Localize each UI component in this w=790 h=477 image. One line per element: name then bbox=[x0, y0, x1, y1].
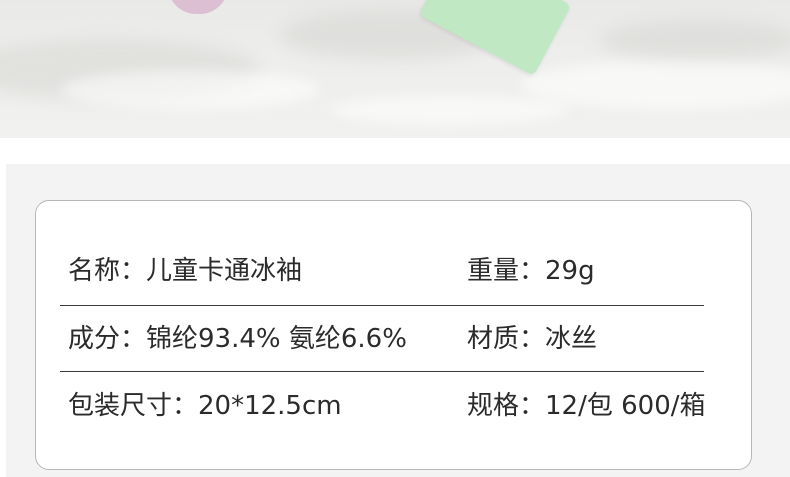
product-photo bbox=[0, 0, 790, 138]
spec-composition: 成分：锦纶93.4% 氨纶6.6% bbox=[68, 324, 407, 354]
spec-product-name: 名称：儿童卡通冰袖 bbox=[68, 256, 303, 286]
spec-packing: 规格：12/包 600/箱 bbox=[467, 391, 706, 421]
spec-weight: 重量：29g bbox=[467, 256, 595, 286]
spec-row-divider bbox=[60, 305, 704, 306]
spec-row-divider bbox=[60, 371, 704, 372]
pink-sleeve-item bbox=[168, 0, 228, 14]
spec-package-size: 包装尺寸：20*12.5cm bbox=[68, 391, 342, 421]
section-divider bbox=[0, 138, 790, 164]
spec-material: 材质：冰丝 bbox=[467, 324, 598, 354]
